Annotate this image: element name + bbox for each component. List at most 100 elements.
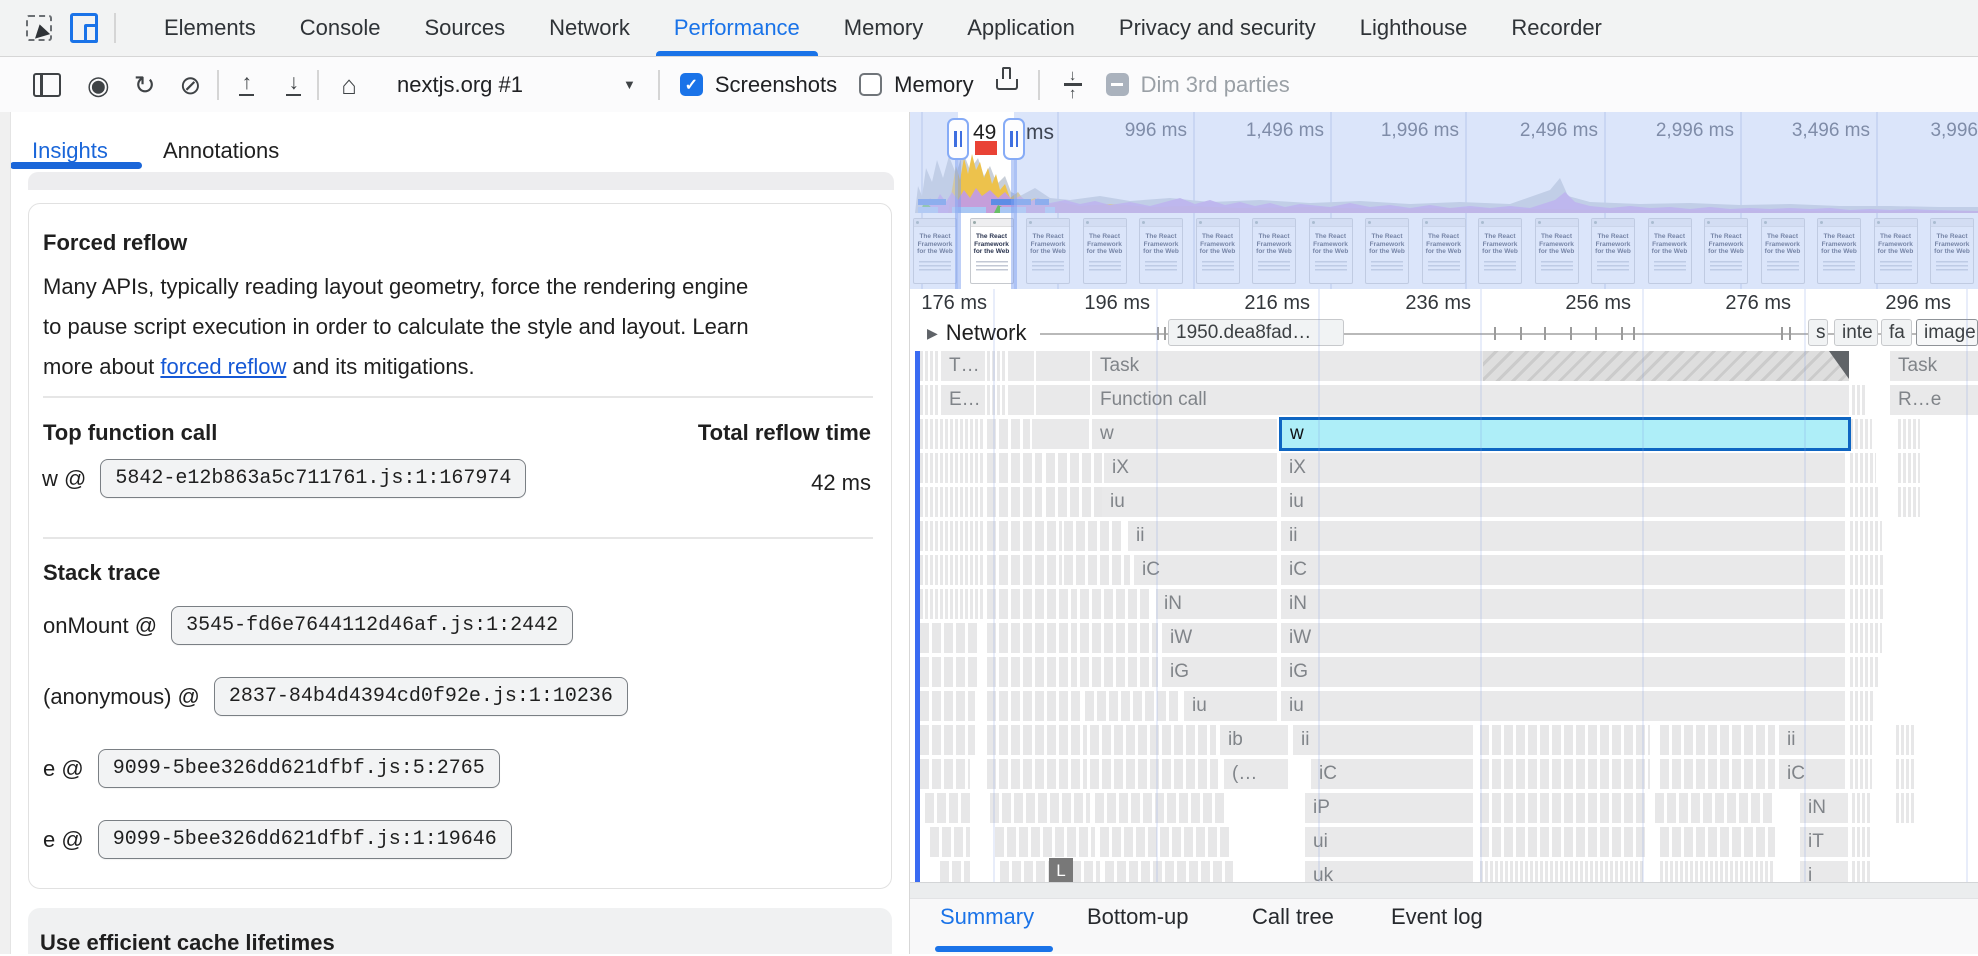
- screenshots-checkbox[interactable]: ✓: [680, 73, 703, 96]
- layout-event-badge[interactable]: L: [1049, 858, 1073, 882]
- forced-reflow-card: Forced reflow Many APIs, typically readi…: [28, 203, 892, 889]
- tab-sources[interactable]: Sources: [402, 0, 527, 56]
- flame-bar[interactable]: ui: [1305, 827, 1473, 857]
- gc-brush-icon[interactable]: [996, 79, 1018, 90]
- disclosure-triangle-icon[interactable]: ▶: [927, 325, 938, 342]
- tab-memory[interactable]: Memory: [822, 0, 945, 56]
- flame-bar[interactable]: iT: [1800, 827, 1848, 857]
- tab-privacy-and-security[interactable]: Privacy and security: [1097, 0, 1338, 56]
- flame-bar[interactable]: iG: [1162, 657, 1277, 687]
- network-track-header[interactable]: ▶Network: [927, 320, 1026, 346]
- horizontal-scroll-track[interactable]: [910, 882, 1978, 899]
- flame-bar[interactable]: Function call: [1092, 385, 1849, 415]
- shortcuts-collapse-icon[interactable]: ↓↑: [1064, 70, 1082, 99]
- flame-bar[interactable]: iu: [1184, 691, 1277, 721]
- tab-insights[interactable]: Insights: [32, 138, 108, 164]
- flame-bar[interactable]: iN: [1281, 589, 1845, 619]
- network-request-pill[interactable]: s: [1808, 319, 1828, 346]
- profile-select[interactable]: nextjs.org #1: [397, 72, 523, 98]
- main-thread-flame-chart[interactable]: 176 ms196 ms216 ms236 ms256 ms276 ms296 …: [910, 289, 1978, 882]
- flame-bar[interactable]: ii: [1128, 521, 1277, 551]
- tab-elements[interactable]: Elements: [142, 0, 278, 56]
- clear-icon[interactable]: ⊘: [179, 72, 201, 98]
- selection-edge-right[interactable]: [1011, 140, 1017, 289]
- tab-event-log[interactable]: Event log: [1391, 904, 1483, 930]
- selection-edge-left[interactable]: [955, 140, 961, 289]
- flame-bar[interactable]: iC: [1779, 759, 1845, 789]
- tab-lighthouse[interactable]: Lighthouse: [1338, 0, 1490, 56]
- flame-bar[interactable]: iN: [1156, 589, 1277, 619]
- forced-reflow-link[interactable]: forced reflow: [160, 354, 286, 379]
- collapsed-insight-card[interactable]: [28, 172, 894, 190]
- tab-performance[interactable]: Performance: [652, 0, 822, 56]
- flame-bar[interactable]: ii: [1293, 725, 1473, 755]
- network-request-pill[interactable]: image: [1916, 319, 1978, 346]
- flame-bar[interactable]: i: [1800, 861, 1848, 882]
- flame-bar[interactable]: [1008, 385, 1034, 415]
- flame-bar[interactable]: iu: [1281, 487, 1845, 517]
- flame-bar[interactable]: uk: [1305, 861, 1473, 882]
- flame-bar[interactable]: [1036, 385, 1090, 415]
- record-icon[interactable]: ◉: [87, 72, 110, 98]
- total-reflow-time-header: Total reflow time: [698, 420, 871, 446]
- source-location-pill[interactable]: 3545-fd6e7644112d46af.js:1:2442: [171, 606, 573, 645]
- flame-bar: [1850, 487, 1880, 517]
- flame-bar[interactable]: ib: [1220, 725, 1288, 755]
- flame-bar[interactable]: iP: [1305, 793, 1473, 823]
- source-location-pill[interactable]: 9099-5bee326dd621dfbf.js:5:2765: [98, 749, 500, 788]
- flame-bar[interactable]: iG: [1281, 657, 1845, 687]
- flame-bar[interactable]: ii: [1281, 521, 1845, 551]
- tab-summary[interactable]: Summary: [940, 904, 1034, 930]
- inspect-element-icon[interactable]: [26, 15, 52, 41]
- flame-bar[interactable]: iu: [1102, 487, 1277, 517]
- flame-bar[interactable]: iN: [1800, 793, 1848, 823]
- memory-checkbox[interactable]: [859, 73, 882, 96]
- network-request-pill[interactable]: inte: [1834, 319, 1878, 346]
- flame-bar[interactable]: Task: [1092, 351, 1849, 381]
- cache-lifetimes-card[interactable]: Use efficient cache lifetimes: [28, 908, 892, 954]
- flame-bar: [1090, 759, 1218, 789]
- network-request-pill[interactable]: fa: [1881, 319, 1912, 346]
- flame-bar[interactable]: E…: [941, 385, 985, 415]
- flame-bar[interactable]: [1032, 419, 1089, 449]
- sidebar-scroll-gutter[interactable]: [0, 112, 11, 954]
- dock-side-icon[interactable]: [33, 73, 61, 97]
- selected-flame-bar[interactable]: w: [1279, 417, 1851, 451]
- download-profile-icon[interactable]: ↓: [286, 73, 301, 97]
- tab-annotations[interactable]: Annotations: [163, 138, 279, 164]
- upload-profile-icon[interactable]: ↑: [239, 73, 254, 97]
- flame-bar: [987, 385, 1005, 415]
- flame-bar[interactable]: ii: [1779, 725, 1845, 755]
- flame-bar[interactable]: R…e: [1890, 385, 1978, 415]
- timeline-overview[interactable]: 996 ms1,496 ms1,996 ms2,496 ms2,996 ms3,…: [910, 112, 1978, 289]
- flame-bar[interactable]: iu: [1281, 691, 1845, 721]
- screenshot-thumbnail[interactable]: The ReactFrameworkfor the Web: [970, 218, 1014, 284]
- flame-bar[interactable]: iW: [1281, 623, 1845, 653]
- device-toolbar-icon[interactable]: [70, 13, 98, 43]
- tab-bottom-up[interactable]: Bottom-up: [1087, 904, 1189, 930]
- flame-bar[interactable]: (…: [1224, 759, 1288, 789]
- flame-bar[interactable]: [1008, 351, 1034, 381]
- source-location-pill[interactable]: 2837-84b4d4394cd0f92e.js:1:10236: [214, 677, 628, 716]
- tab-call-tree[interactable]: Call tree: [1252, 904, 1334, 930]
- source-location-pill[interactable]: 5842-e12b863a5c711761.js:1:167974: [100, 459, 526, 498]
- tab-application[interactable]: Application: [945, 0, 1097, 56]
- chevron-down-icon[interactable]: ▼: [623, 77, 636, 92]
- flame-bar[interactable]: iC: [1311, 759, 1473, 789]
- tab-network[interactable]: Network: [527, 0, 652, 56]
- window-handle-left[interactable]: [947, 118, 969, 160]
- window-handle-right[interactable]: [1003, 118, 1025, 160]
- flame-bar[interactable]: iW: [1162, 623, 1277, 653]
- flame-bar[interactable]: iC: [1281, 555, 1845, 585]
- source-location-pill[interactable]: 9099-5bee326dd621dfbf.js:1:19646: [98, 820, 512, 859]
- reload-record-icon[interactable]: ↻: [134, 72, 156, 98]
- flame-bar[interactable]: [1036, 351, 1090, 381]
- tab-recorder[interactable]: Recorder: [1489, 0, 1623, 56]
- home-icon[interactable]: ⌂: [341, 72, 357, 98]
- flame-bar[interactable]: iX: [1104, 453, 1277, 483]
- flame-bar[interactable]: iX: [1281, 453, 1845, 483]
- tab-console[interactable]: Console: [278, 0, 403, 56]
- flame-bar[interactable]: Task: [1890, 351, 1978, 381]
- flame-bar[interactable]: T…: [941, 351, 985, 381]
- flame-bar[interactable]: w: [1092, 419, 1277, 449]
